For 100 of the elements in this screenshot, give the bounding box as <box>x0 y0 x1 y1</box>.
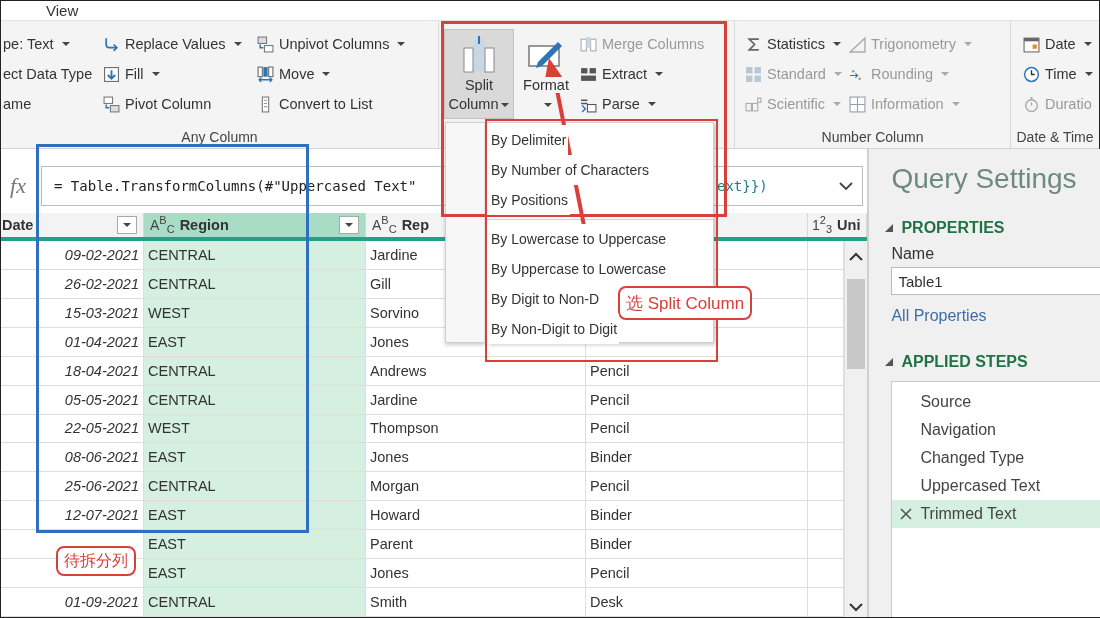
ribbon-button[interactable]: Move <box>255 59 435 89</box>
table-cell: CENTRAL <box>148 478 216 495</box>
table-cell: Howard <box>370 507 420 524</box>
step-label: Changed Type <box>920 449 1025 467</box>
caret-icon <box>123 223 131 227</box>
table-cell: 25-06-2021 <box>64 478 139 495</box>
collapse-triangle-icon[interactable] <box>885 224 894 232</box>
ribbon-button[interactable]: Convert to List <box>255 89 435 119</box>
table-cell: Gill <box>370 275 391 292</box>
ribbon-button[interactable]: Replace Values <box>101 29 255 59</box>
table-icon <box>103 95 120 113</box>
column-header[interactable]: A$^{B}$$_{C}$ Region <box>144 213 366 237</box>
panel-title: Query Settings <box>891 163 1078 195</box>
table-cell: 01-09-2021 <box>64 594 139 610</box>
grid-icon <box>745 65 762 83</box>
table-cell: CENTRAL <box>148 246 216 263</box>
step-item[interactable]: Trimmed Text <box>892 500 1100 528</box>
ribbon-button[interactable]: Parse <box>578 89 707 119</box>
table-cell: WEST <box>148 304 190 321</box>
column-name: Rep <box>401 217 430 233</box>
table-cell: 15-03-2021 <box>64 304 139 321</box>
stopwatch-icon <box>1023 95 1040 113</box>
filter-button[interactable] <box>117 216 137 234</box>
table-cell: Sorvino <box>370 304 420 321</box>
table-cell: Pencil <box>590 362 630 379</box>
ribbon-button[interactable]: Split Column <box>444 29 514 119</box>
table-cell: Jones <box>370 333 409 350</box>
table-cell: 01-04-2021 <box>64 333 139 350</box>
name-field[interactable]: Table1 <box>891 267 1100 295</box>
filter-button[interactable] <box>339 216 359 234</box>
table-cell: Thompson <box>370 420 439 437</box>
step-item[interactable]: Source <box>892 388 1100 416</box>
step-label: Source <box>920 393 972 411</box>
group-label: Number Column <box>820 128 925 147</box>
step-label: Navigation <box>920 421 996 439</box>
table-cell: Binder <box>590 507 632 524</box>
ribbon-button[interactable]: Statistics <box>743 29 847 59</box>
table-cell: CENTRAL <box>148 362 216 379</box>
menu-item[interactable]: View <box>46 2 79 19</box>
table-cell: EAST <box>148 449 186 466</box>
table-cell: Pencil <box>590 391 630 408</box>
table-cell: Morgan <box>370 478 420 495</box>
column-name: Uni <box>837 217 861 233</box>
ribbon-button[interactable]: ame <box>1 89 99 119</box>
table-cell: CENTRAL <box>148 391 216 408</box>
sigma-icon <box>745 35 762 53</box>
table-cell: Parent <box>370 536 413 553</box>
table-cell: Jardine <box>370 246 418 263</box>
ribbon-button[interactable]: Time <box>1021 59 1095 89</box>
table-cell: 08-06-2021 <box>64 449 139 466</box>
down-arrow-icon <box>103 65 120 83</box>
ribbon-button[interactable]: Fill <box>101 59 255 89</box>
step-label: Uppercased Text <box>920 477 1041 495</box>
table-icon <box>849 95 866 113</box>
caret-icon <box>543 103 552 108</box>
table-cell: Desk <box>590 594 624 610</box>
all-properties-link[interactable]: All Properties <box>891 307 1100 325</box>
table-cell: Jones <box>370 565 409 582</box>
column-name: Date <box>2 217 34 233</box>
field-label: Name <box>891 245 936 263</box>
menu-item[interactable]: By Lowercase to Uppercase <box>487 224 669 254</box>
ribbon-button[interactable]: Date <box>1021 29 1095 59</box>
table-cell: 12-07-2021 <box>64 507 139 524</box>
fx-label: fx <box>9 173 27 199</box>
blocks-icon <box>580 65 597 83</box>
menu-item[interactable]: By Positions <box>487 185 571 215</box>
ribbon-button[interactable]: Extract <box>578 59 707 89</box>
collapse-triangle-icon[interactable] <box>885 358 894 366</box>
table-cell: Pencil <box>590 420 630 437</box>
step-item[interactable]: Uppercased Text <box>892 472 1100 500</box>
table-cell: Binder <box>590 449 632 466</box>
table-cell: 09-02-2021 <box>64 246 139 263</box>
table-cell: Pencil <box>590 565 630 582</box>
menu-item[interactable]: By Digit to Non-D <box>487 284 602 314</box>
triangle-icon <box>849 35 866 53</box>
ribbon-button[interactable]: Unpivot Columns <box>255 29 435 59</box>
step-item[interactable]: Navigation <box>892 416 1100 444</box>
caret-icon <box>501 103 510 108</box>
section-heading: APPLIED STEPS <box>901 353 1028 371</box>
exponent-icon <box>745 95 762 113</box>
merge-icon <box>580 35 597 53</box>
ribbon-button[interactable]: pe: Text <box>1 29 99 59</box>
ribbon-button[interactable]: ect Data Type <box>1 59 99 89</box>
scroll-thumb[interactable] <box>847 279 865 369</box>
table-cell: WEST <box>148 420 190 437</box>
table-cell: Andrews <box>370 362 427 379</box>
table-cell: EAST <box>148 507 186 524</box>
menu-item[interactable]: By Delimiter <box>487 125 569 155</box>
step-item[interactable]: Changed Type <box>892 444 1100 472</box>
scrollbar[interactable] <box>844 241 867 617</box>
group-label: Any Column <box>180 128 259 147</box>
caret-icon <box>345 223 353 227</box>
table-cell: Jardine <box>370 391 418 408</box>
ribbon-button[interactable]: Pivot Column <box>101 89 255 119</box>
menu-item[interactable]: By Number of Characters <box>487 155 651 185</box>
callout-label: 待拆分列 <box>56 546 136 576</box>
menu-item[interactable]: By Non-Digit to Digit <box>487 314 620 344</box>
table-cell: EAST <box>148 565 186 582</box>
menu-item[interactable]: By Uppercase to Lowercase <box>487 254 669 284</box>
delete-icon[interactable] <box>898 506 915 522</box>
